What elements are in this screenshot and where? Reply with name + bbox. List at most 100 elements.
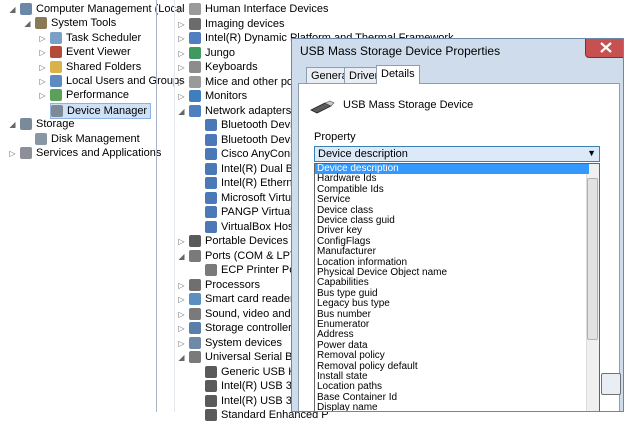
console-tree-item-label: Device Manager [67,104,148,117]
console-tree-item-label: Performance [66,89,129,102]
network-icon [189,104,201,117]
device-tree-item[interactable]: Smart card readers [189,292,302,306]
property-select-value: Device description [318,148,408,160]
close-button[interactable] [585,39,623,58]
console-tree-item-label: Event Viewer [66,46,131,59]
console-tree-item[interactable]: Performance [50,88,132,102]
device-tree-item-label: Jungo [205,46,235,59]
device-tree-item-label: Processors [205,278,261,291]
collapse-arrow-icon[interactable]: ▷ [178,310,185,319]
collapse-arrow-icon[interactable]: ▷ [39,34,46,43]
collapse-arrow-icon[interactable]: ▷ [178,324,185,333]
collapse-arrow-icon[interactable]: ▷ [39,77,46,86]
clock-icon [50,31,62,44]
collapse-arrow-icon[interactable]: ▷ [178,92,185,101]
storage-controller-icon [189,322,201,334]
console-tree-item-label: Services and Applications [36,147,162,159]
device-tree-item-label: Human Interface Devices [205,3,329,15]
device-tree-item[interactable]: Imaging devices [189,17,288,31]
usb-plug-icon [205,365,217,378]
property-option[interactable]: Display name [315,402,589,411]
device-tree-item[interactable]: Keyboards [189,60,261,74]
device-tree-item[interactable]: Jungo [189,46,238,60]
device-tree-item[interactable]: Human Interface Devices [189,2,332,16]
port-icon [205,264,217,276]
property-option[interactable]: Compatible Ids [315,184,589,195]
device-tree-item[interactable]: Ports (COM & LPT) [189,249,303,263]
collapse-arrow-icon[interactable]: ▷ [178,34,185,43]
network-adapter-icon [205,162,217,175]
console-tree-item[interactable]: Shared Folders [50,60,144,74]
collapse-arrow-icon[interactable]: ▷ [178,5,185,14]
device-tree-item[interactable]: System devices [189,336,285,350]
device-tree-item[interactable]: Storage controllers [189,321,300,335]
device-tree-item[interactable]: Network adapters [189,104,294,118]
console-tree-item-label: Shared Folders [66,60,142,73]
dialog-title: USB Mass Storage Device Properties [300,44,501,58]
storage-icon [20,118,32,131]
collapse-arrow-icon[interactable]: ▷ [9,149,16,158]
dialog-titlebar[interactable]: USB Mass Storage Device Properties [292,39,623,63]
expand-arrow-icon[interactable]: ◢ [178,353,185,362]
console-tree-pane: ◢ Computer Management (Local ◢ System Tools… [0,0,185,412]
expand-arrow-icon[interactable]: ◢ [9,5,16,14]
network-adapter-icon [205,119,217,131]
collapse-arrow-icon[interactable]: ▷ [178,49,185,58]
device-name: USB Mass Storage Device [343,99,474,111]
console-tree-item-label: Local Users and Groups [66,75,185,87]
device-tree-item-label: Microsoft Virtual [221,191,300,204]
device-tree-item[interactable]: Monitors [189,89,250,103]
device-tree-item[interactable]: VirtualBox Host- [205,220,303,234]
close-icon [600,42,612,53]
collapse-arrow-icon[interactable]: ▷ [178,295,185,304]
device-tree-item[interactable]: Microsoft Virtual [205,191,303,205]
expand-arrow-icon[interactable]: ◢ [24,19,31,28]
users-icon [50,75,62,87]
usb-plug-icon [205,380,217,392]
console-tree-item-label: System Tools [51,17,117,30]
device-tree-item[interactable]: Mice and other poin [189,75,305,89]
console-tree-item[interactable]: Local Users and Groups [50,74,188,88]
event-viewer-icon [50,46,62,59]
network-adapter-icon [205,206,217,218]
collapse-arrow-icon[interactable]: ▷ [178,237,185,246]
tab-details[interactable]: Details [376,65,420,84]
collapse-arrow-icon[interactable]: ▷ [178,281,185,290]
collapse-arrow-icon[interactable]: ▷ [39,91,46,100]
device-tree-item-label: Ports (COM & LPT) [205,249,301,262]
device-manager-icon [51,104,63,117]
collapse-arrow-icon[interactable]: ▷ [178,339,185,348]
shared-folder-icon [50,60,62,73]
smart-card-icon [189,293,201,305]
pane-splitter[interactable] [156,0,157,412]
collapse-arrow-icon[interactable]: ▷ [178,63,185,72]
expand-arrow-icon[interactable]: ◢ [178,252,185,261]
console-tree-item[interactable]: Event Viewer [50,45,134,59]
collapse-arrow-icon[interactable]: ▷ [39,48,46,57]
device-tree-item[interactable]: Portable Devices [189,234,291,248]
console-tree-item[interactable]: Disk Management [35,132,143,146]
collapse-arrow-icon[interactable]: ▷ [178,20,185,29]
console-tree-item[interactable]: Computer Management (Local [20,2,188,16]
expand-arrow-icon[interactable]: ◢ [178,107,185,116]
computer-icon [20,3,32,15]
dialog-button-partial[interactable] [601,373,621,395]
console-tree-item[interactable]: Services and Applications [20,146,164,160]
console-tree-item[interactable]: Storage [20,117,78,131]
property-option[interactable]: Enumerator [315,319,589,330]
collapse-arrow-icon[interactable]: ▷ [39,63,46,72]
hid-icon [189,3,201,15]
device-tree-item[interactable]: Intel(R) Ethernet [205,176,305,190]
device-tree-item[interactable]: Processors [189,278,263,292]
property-select[interactable]: Device description ▼ [314,146,600,162]
device-tree-item-label: Smart card readers [205,293,300,305]
device-tree-item-label: Storage controllers [205,322,298,334]
expand-arrow-icon[interactable]: ◢ [9,120,16,129]
device-tree-item-label: ECP Printer Port [221,264,303,276]
console-tree-item[interactable]: Task Scheduler [50,31,144,45]
collapse-arrow-icon[interactable]: ▷ [178,78,185,87]
usb-plug-icon [205,394,217,407]
console-tree-item-label: Disk Management [51,132,140,145]
network-adapter-icon [205,148,217,160]
console-tree-item[interactable]: System Tools [35,16,119,30]
